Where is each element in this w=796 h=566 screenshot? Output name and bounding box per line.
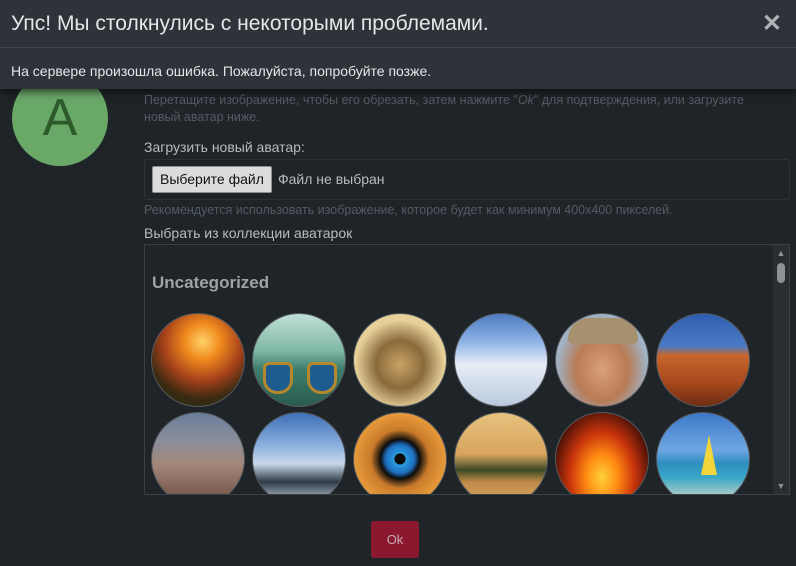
crop-hint: Перетащите изображение, чтобы его обреза… [144,93,744,124]
avatar-beach-sailboat[interactable] [656,412,750,494]
category-title: Uncategorized [152,273,270,292]
avatar-desert-dunes[interactable] [656,313,750,407]
upload-label: Загрузить новый аватар: [144,139,305,155]
close-icon[interactable]: ✕ [762,11,782,37]
scroll-down-arrow-icon[interactable]: ▼ [773,478,789,494]
file-status: Файл не выбран [278,171,385,187]
size-recommendation: Рекомендуется использовать изображение, … [144,203,673,217]
collection-scrollbar[interactable]: ▲ ▼ [773,245,789,494]
scroll-up-arrow-icon[interactable]: ▲ [773,245,789,261]
avatar-man-in-beanie[interactable] [555,313,649,407]
avatar-snowy-mountains[interactable] [454,313,548,407]
avatar-sunset-landscape[interactable] [151,313,245,407]
avatar-blue-eye[interactable] [353,412,447,494]
avatar-fire-letters[interactable] [555,412,649,494]
avatar-tribal-warrior-art[interactable] [353,313,447,407]
avatar-boats-on-lake[interactable] [252,313,346,407]
avatar-winter-forest[interactable] [252,412,346,494]
ok-button[interactable]: Ok [371,521,419,558]
file-input[interactable]: Выберите файл Файл не выбран [144,159,790,200]
alert-divider [0,47,796,48]
collection-label: Выбрать из коллекции аватарок [144,225,353,241]
alert-message: На сервере произошла ошибка. Пожалуйста,… [11,63,432,79]
choose-file-button[interactable]: Выберите файл [152,166,272,193]
alert-title: Упс! Мы столкнулись с некоторыми проблем… [11,12,489,35]
avatar-collection[interactable]: Uncategorized ▲ ▼ [144,244,790,495]
avatar-rocky-shore[interactable] [151,412,245,494]
error-alert: Упс! Мы столкнулись с некоторыми проблем… [0,0,796,89]
avatar-desert-palms[interactable] [454,412,548,494]
scroll-thumb[interactable] [777,263,785,283]
